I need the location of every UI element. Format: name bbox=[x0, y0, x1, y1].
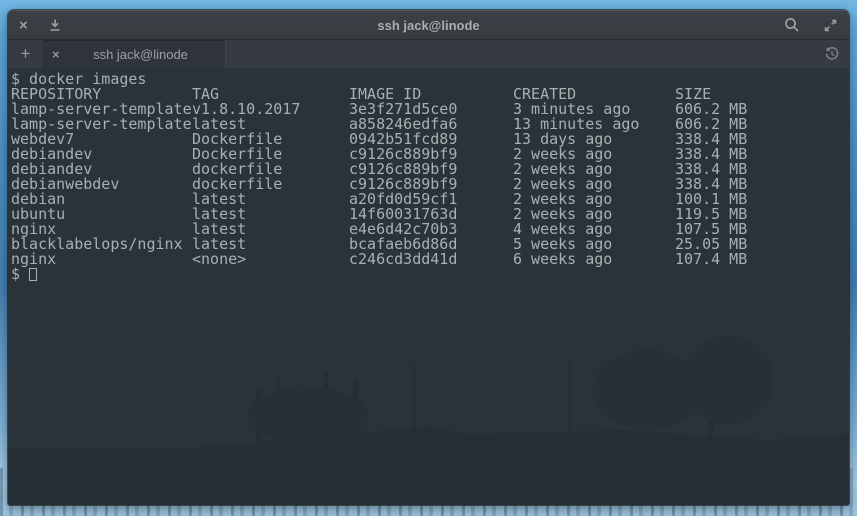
titlebar: × ssh jack@linode bbox=[8, 10, 849, 40]
new-tab-button[interactable]: + bbox=[8, 40, 44, 68]
cell-image-id: c246cd3dd41d bbox=[349, 252, 513, 267]
tab-close-icon[interactable]: × bbox=[52, 48, 60, 61]
table-row: nginx<none>c246cd3dd41d6 weeks ago107.4 … bbox=[11, 252, 849, 267]
cell-created: 6 weeks ago bbox=[513, 252, 675, 267]
close-window-icon[interactable]: × bbox=[19, 18, 28, 33]
window-title: ssh jack@linode bbox=[8, 18, 849, 33]
tabbar-spacer bbox=[226, 40, 815, 68]
tab-ssh-jack-linode[interactable]: × ssh jack@linode bbox=[44, 40, 226, 68]
history-icon[interactable] bbox=[815, 40, 849, 68]
fullscreen-icon[interactable] bbox=[823, 18, 838, 33]
terminal-output: $ docker images REPOSITORY TAG IMAGE ID … bbox=[8, 68, 849, 282]
download-icon[interactable] bbox=[48, 18, 62, 32]
prompt-line: $ bbox=[11, 267, 849, 282]
command-line: $ docker images bbox=[11, 72, 849, 87]
cell-repository: nginx bbox=[11, 252, 192, 267]
terminal-cursor bbox=[29, 268, 37, 281]
tabbar: + × ssh jack@linode bbox=[8, 40, 849, 68]
cell-tag: <none> bbox=[192, 252, 349, 267]
cell-size: 107.4 MB bbox=[675, 252, 849, 267]
prompt-symbol: $ bbox=[11, 267, 20, 282]
terminal-window: × ssh jack@linode bbox=[8, 10, 849, 505]
terminal-screen[interactable]: $ docker images REPOSITORY TAG IMAGE ID … bbox=[8, 68, 849, 505]
wallpaper-silhouette-overlay bbox=[8, 330, 849, 505]
tab-label: ssh jack@linode bbox=[64, 47, 217, 62]
images-table-body: lamp-server-templatev1.8.10.20173e3f271d… bbox=[11, 102, 849, 267]
search-icon[interactable] bbox=[784, 17, 800, 33]
plus-icon: + bbox=[21, 44, 31, 64]
